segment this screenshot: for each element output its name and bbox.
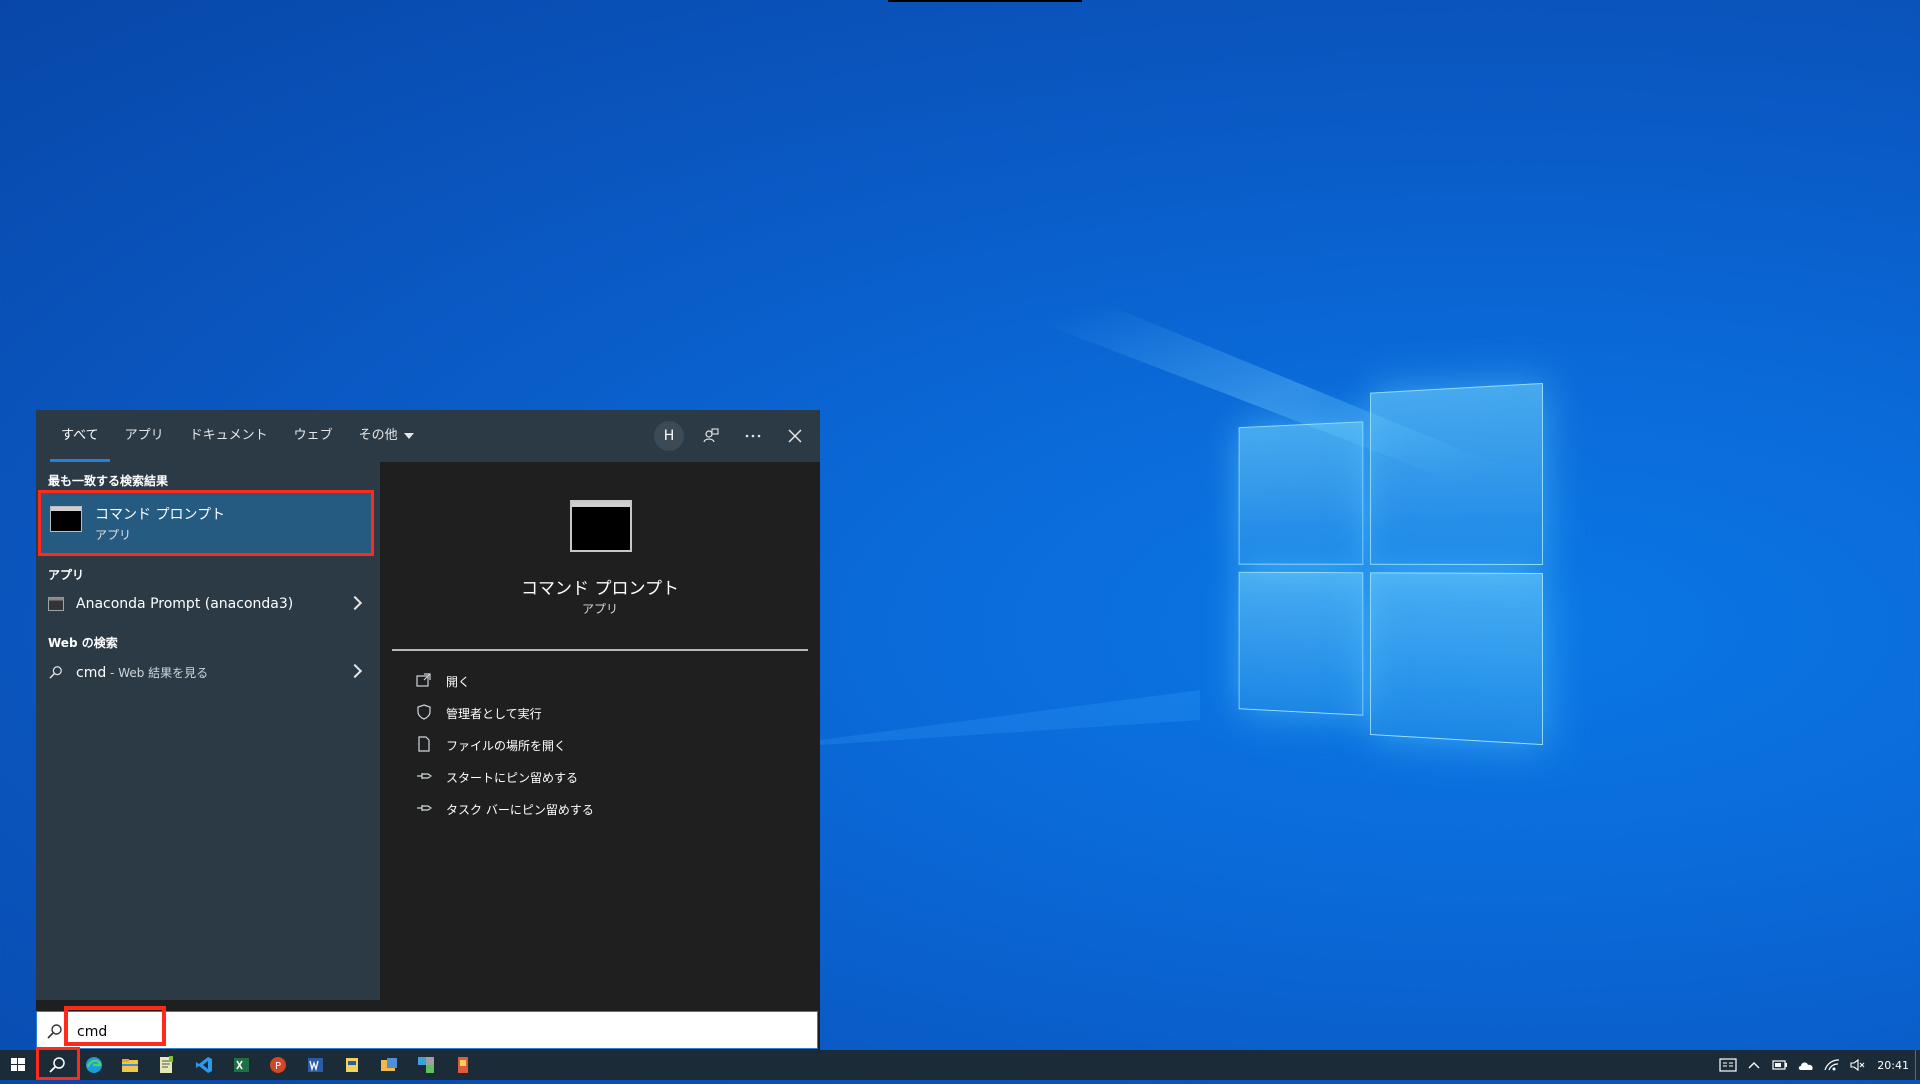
action-label: 管理者として実行	[446, 705, 542, 722]
account-avatar[interactable]: H	[654, 421, 684, 451]
best-match-subtitle: アプリ	[95, 526, 131, 543]
feedback-icon[interactable]	[696, 421, 726, 451]
tab-more[interactable]: その他	[346, 410, 427, 462]
excel-icon[interactable]	[231, 1055, 251, 1075]
powerpoint-icon[interactable]: P	[268, 1055, 288, 1075]
tab-web[interactable]: ウェブ	[281, 410, 346, 462]
word-icon[interactable]	[305, 1055, 325, 1075]
list-item-web-search[interactable]: cmd - Web 結果を見る	[36, 656, 380, 690]
preview-subtitle: アプリ	[392, 600, 808, 617]
file-explorer-icon[interactable]	[120, 1055, 140, 1075]
action-label: ファイルの場所を開く	[446, 737, 566, 754]
chevron-down-icon	[404, 433, 414, 439]
notification-icon[interactable]	[1717, 1055, 1739, 1075]
list-item-anaconda-prompt[interactable]: Anaconda Prompt (anaconda3)	[36, 588, 380, 622]
search-icon	[48, 665, 64, 679]
tab-documents[interactable]: ドキュメント	[177, 410, 281, 462]
web-search-label: cmd - Web 結果を見る	[76, 664, 208, 681]
web-search-suffix: - Web 結果を見る	[106, 666, 208, 680]
search-icon	[47, 1023, 63, 1039]
more-options-icon[interactable]	[738, 421, 768, 451]
onedrive-icon[interactable]	[1795, 1055, 1817, 1075]
app-icon[interactable]	[379, 1055, 399, 1075]
chevron-right-icon[interactable]	[348, 596, 362, 610]
command-prompt-icon	[570, 500, 632, 552]
app-icon[interactable]	[453, 1055, 473, 1075]
search-results-list: 最も一致する検索結果 コマンド プロンプト アプリ アプリ Anaconda P…	[36, 462, 380, 1000]
close-icon[interactable]	[780, 421, 810, 451]
search-input[interactable]	[75, 1018, 779, 1046]
action-label: スタートにピン留めする	[446, 769, 578, 786]
windows-start-icon	[0, 1050, 36, 1080]
taskbar: P 20:41	[0, 1050, 1920, 1080]
best-match-result[interactable]: コマンド プロンプト アプリ	[40, 492, 372, 554]
best-match-title: コマンド プロンプト	[95, 504, 225, 524]
action-pin-to-start[interactable]: スタートにピン留めする	[416, 764, 776, 790]
volume-muted-icon[interactable]	[1847, 1055, 1869, 1075]
windows-logo-wallpaper	[1239, 383, 1541, 738]
web-search-query: cmd	[76, 665, 106, 681]
action-label: タスク バーにピン留めする	[446, 801, 594, 818]
chevron-up-icon[interactable]	[1743, 1055, 1765, 1075]
search-box	[36, 1011, 818, 1049]
clock[interactable]: 20:41	[1877, 1059, 1909, 1072]
best-match-header: 最も一致する検索結果	[48, 472, 168, 489]
app-icon[interactable]	[342, 1055, 362, 1075]
wifi-icon[interactable]	[1821, 1055, 1843, 1075]
terminal-icon	[48, 597, 64, 611]
app-icon[interactable]	[416, 1055, 436, 1075]
top-edge-bar	[888, 0, 1082, 2]
edge-icon[interactable]	[84, 1055, 104, 1075]
tab-more-label: その他	[359, 428, 398, 443]
chevron-right-icon[interactable]	[348, 664, 362, 678]
list-item-label: Anaconda Prompt (anaconda3)	[76, 596, 293, 612]
start-search-panel: すべて アプリ ドキュメント ウェブ その他 H 最も一致する検索結果 コマンド…	[36, 410, 820, 1050]
preview-title: コマンド プロンプト	[392, 574, 808, 599]
battery-icon[interactable]	[1769, 1055, 1791, 1075]
vscode-icon[interactable]	[194, 1055, 214, 1075]
shield-icon	[416, 704, 432, 720]
command-prompt-icon	[50, 506, 82, 532]
file-location-icon	[416, 736, 432, 752]
open-icon	[416, 672, 432, 688]
tab-all[interactable]: すべて	[48, 410, 112, 462]
action-label: 開く	[446, 673, 470, 690]
svg-text:P: P	[275, 1061, 281, 1072]
action-run-as-admin[interactable]: 管理者として実行	[416, 700, 776, 726]
start-button[interactable]	[0, 1050, 36, 1080]
pin-icon	[416, 768, 432, 784]
tab-apps[interactable]: アプリ	[112, 410, 177, 462]
divider	[392, 649, 808, 651]
pin-icon	[416, 800, 432, 816]
system-tray: 20:41	[1715, 1050, 1920, 1080]
apps-section-header: アプリ	[48, 566, 84, 583]
taskbar-search-button[interactable]	[36, 1050, 78, 1080]
action-open-file-location[interactable]: ファイルの場所を開く	[416, 732, 776, 758]
show-desktop-button[interactable]	[1915, 1050, 1920, 1080]
action-open[interactable]: 開く	[416, 668, 776, 694]
search-icon	[36, 1050, 78, 1080]
result-preview-pane: コマンド プロンプト アプリ 開く 管理者として実行 ファイルの場所を開く スタ…	[392, 474, 808, 1000]
search-filter-bar: すべて アプリ ドキュメント ウェブ その他 H	[36, 410, 820, 462]
web-section-header: Web の検索	[48, 634, 118, 651]
action-pin-to-taskbar[interactable]: タスク バーにピン留めする	[416, 796, 776, 822]
notepad-icon[interactable]	[156, 1055, 176, 1075]
